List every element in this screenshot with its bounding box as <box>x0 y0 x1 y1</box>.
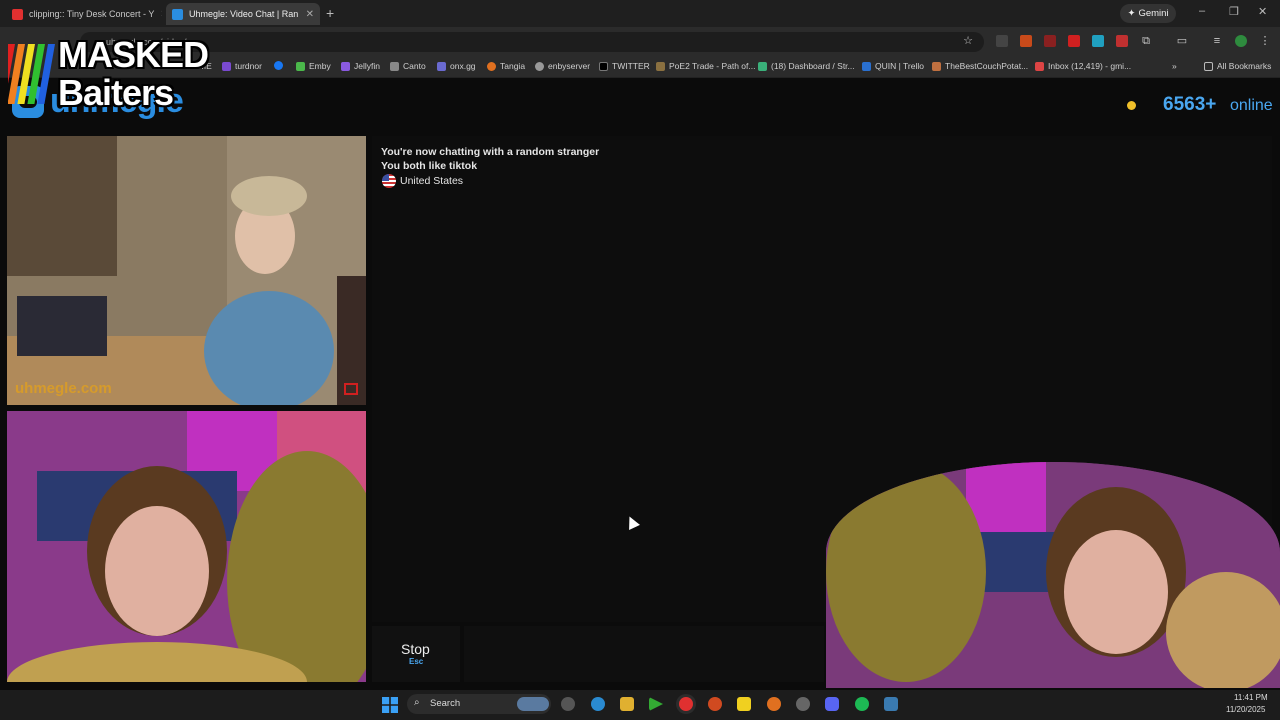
chat-message-input[interactable] <box>464 626 824 682</box>
globe-icon <box>535 61 544 71</box>
trello-icon <box>862 61 871 71</box>
facecam-overlay <box>826 462 1280 688</box>
more-bookmarks-icon[interactable]: » <box>1172 61 1177 71</box>
new-tab-button[interactable]: + <box>326 5 334 21</box>
clock-time[interactable]: 11:41 PM <box>1234 693 1268 702</box>
browser-tab-uhmegle[interactable]: Uhmegle: Video Chat | Ran ✕ <box>166 3 320 25</box>
stream-overlay-logo: MASKED Baiters <box>58 34 209 113</box>
jellyfin-icon <box>341 61 350 71</box>
bookmark-item[interactable]: onx.gg <box>437 61 476 71</box>
extension-icon[interactable] <box>1068 35 1080 47</box>
minimize-button[interactable]: – <box>1199 5 1205 17</box>
stranger-video-frame <box>7 136 366 405</box>
extension-icon[interactable] <box>1044 35 1056 47</box>
search-icon: ⌕ <box>414 697 420 708</box>
app-icon[interactable] <box>884 697 898 711</box>
extension-icon[interactable] <box>996 35 1008 47</box>
onx-icon <box>437 61 446 71</box>
address-bar[interactable] <box>80 32 984 52</box>
chat-interest-line: You both like tiktok <box>381 160 478 172</box>
facecam-frame <box>826 462 1280 688</box>
close-window-button[interactable]: ✕ <box>1258 5 1267 18</box>
obs-icon[interactable] <box>561 697 575 711</box>
emby-icon <box>296 61 305 71</box>
profile-avatar[interactable] <box>1235 35 1247 47</box>
extension-icon[interactable] <box>1092 35 1104 47</box>
app-icon[interactable] <box>796 697 810 711</box>
gemini-label: Gemini <box>1138 8 1169 19</box>
bookmark-item[interactable]: Canto <box>390 61 426 71</box>
self-video <box>7 411 366 682</box>
edge-icon[interactable] <box>591 697 605 711</box>
bookmark-item[interactable]: enbyserver <box>535 61 590 71</box>
maximize-button[interactable]: ❐ <box>1229 5 1239 18</box>
clock-date[interactable]: 11/20/2025 <box>1226 705 1265 714</box>
stop-label[interactable]: Stop <box>401 641 430 657</box>
bookmark-item[interactable]: TWITTER <box>599 61 650 71</box>
facebook-icon <box>274 61 283 70</box>
x-icon <box>599 61 608 71</box>
bookmark-item[interactable]: Inbox (12,419) - gmi... <box>1035 61 1131 71</box>
canto-icon <box>390 61 399 71</box>
sticky-notes-icon[interactable] <box>737 697 751 711</box>
online-indicator-icon <box>1127 101 1136 110</box>
puzzle-icon[interactable]: ⧉ <box>1140 35 1152 47</box>
spotify-icon[interactable] <box>855 697 869 711</box>
tangia-icon <box>487 61 496 71</box>
bookmark-item[interactable]: turdnor <box>222 61 262 71</box>
self-video-frame <box>7 411 366 682</box>
bookmark-item[interactable] <box>274 61 283 70</box>
weather-icon[interactable] <box>517 697 549 711</box>
report-icon[interactable] <box>344 383 358 395</box>
tab-title: clipping:: Tiny Desk Concert - Y <box>29 9 155 19</box>
media-icon[interactable]: ≡ <box>1211 35 1223 47</box>
poe-icon <box>656 61 665 71</box>
uhmegle-watermark: uhmegle.com <box>15 380 112 397</box>
gemini-button[interactable]: ✦ Gemini <box>1120 4 1176 23</box>
folder-icon <box>1204 61 1213 71</box>
browser-tab-youtube[interactable]: clipping:: Tiny Desk Concert - Y ✕ <box>6 3 162 25</box>
extension-icon[interactable] <box>1116 35 1128 47</box>
app-icon[interactable] <box>708 697 722 711</box>
file-explorer-icon[interactable] <box>620 697 634 711</box>
sparkle-icon: ✦ <box>1127 8 1136 19</box>
bookmark-item[interactable]: Emby <box>296 61 331 71</box>
windows-taskbar <box>0 690 1280 720</box>
bookmark-icon <box>222 61 231 71</box>
gmail-icon <box>1035 61 1044 71</box>
youtube-icon <box>12 8 23 20</box>
firefox-icon[interactable] <box>767 697 781 711</box>
close-tab-icon[interactable]: ✕ <box>300 9 314 20</box>
bookmark-item[interactable]: Jellyfin <box>341 61 380 71</box>
us-flag-icon <box>382 174 396 188</box>
bookmark-item[interactable]: QUIN | Trello <box>862 61 924 71</box>
bookmark-item[interactable]: (18) Dashboard / Str... <box>758 61 855 71</box>
dashboard-icon <box>758 61 767 71</box>
bookmark-item[interactable]: Tangia <box>487 61 525 71</box>
extension-icon[interactable] <box>1020 35 1032 47</box>
chat-status-line: You're now chatting with a random strang… <box>381 146 600 158</box>
taskbar-search-label[interactable]: Search <box>430 698 460 709</box>
all-bookmarks[interactable]: All Bookmarks <box>1204 61 1271 71</box>
bookmark-item[interactable]: PoE2 Trade - Path of... <box>656 61 755 71</box>
chrome-icon[interactable] <box>679 697 693 711</box>
stranger-country: United States <box>400 175 464 187</box>
bookmark-star-icon[interactable]: ☆ <box>962 35 974 47</box>
stop-shortcut-hint: Esc <box>409 657 424 666</box>
online-label: online <box>1230 97 1273 114</box>
sidepanel-icon[interactable]: ▭ <box>1176 35 1188 47</box>
online-count: 6563+ <box>1163 94 1217 115</box>
discord-icon[interactable] <box>825 697 839 711</box>
bookmark-item[interactable]: TheBestCouchPotat... <box>932 61 1028 71</box>
uhmegle-icon <box>172 8 183 20</box>
bookmark-icon <box>932 61 941 71</box>
stranger-video: uhmegle.com <box>7 136 366 405</box>
tab-title: Uhmegle: Video Chat | Ran <box>189 9 299 19</box>
close-tab-icon[interactable]: ✕ <box>154 9 162 20</box>
menu-icon[interactable]: ⋮ <box>1259 35 1271 47</box>
